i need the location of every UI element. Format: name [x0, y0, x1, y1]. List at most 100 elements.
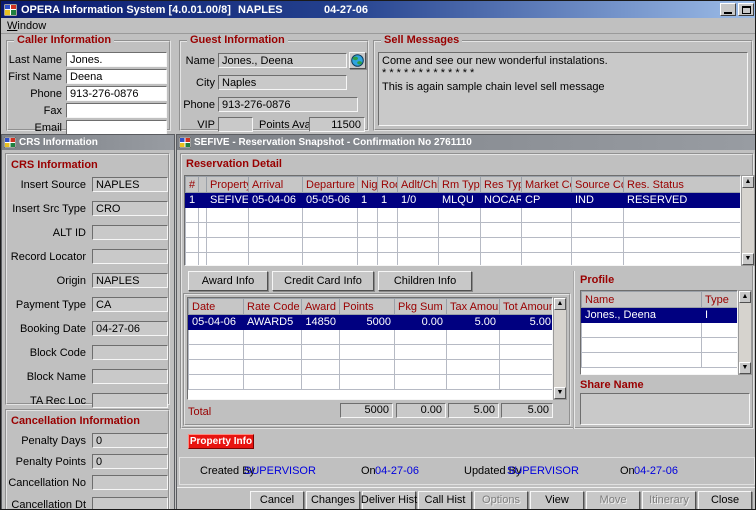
profile-table-header: Name Type	[582, 292, 739, 308]
reservation-table-scrollbar[interactable]: ▲ ▼	[741, 175, 755, 266]
profile-table: Name Type Jones., Deena I	[580, 290, 738, 375]
booking-date-field[interactable]	[92, 321, 168, 336]
updated-by-value: SUPERVISOR	[507, 465, 579, 477]
tab-children-info[interactable]: Children Info	[378, 271, 472, 291]
ta-rec-loc-field[interactable]	[92, 393, 168, 408]
points-avail-label: Points Avail	[259, 119, 316, 131]
penalty-days-field[interactable]	[92, 433, 168, 448]
crs-information-window: CRS Information CRS Information Insert S…	[1, 134, 175, 510]
property-info-button[interactable]: Property Info	[188, 434, 254, 449]
alt-id-label: ALT ID	[53, 227, 86, 239]
cancellation-section-title: Cancellation Information	[11, 415, 140, 427]
reservation-detail-table: # Property Arrival Departure Night Roon …	[184, 175, 741, 266]
last-name-field[interactable]	[66, 52, 167, 67]
cancellation-dt-field[interactable]	[92, 497, 168, 510]
scroll-down-icon[interactable]: ▼	[739, 362, 751, 374]
ta-rec-loc-label: TA Rec Loc	[30, 395, 86, 407]
scroll-down-icon[interactable]: ▼	[554, 387, 566, 399]
titlebar-property: NAPLES	[238, 4, 283, 16]
award-table: Date Rate Code Award No Points Pkg Sum T…	[187, 297, 553, 400]
insert-src-type-label: Insert Src Type	[12, 203, 86, 215]
guest-phone-field[interactable]	[218, 97, 358, 112]
globe-icon	[351, 54, 364, 67]
scroll-up-icon[interactable]: ▲	[554, 298, 566, 310]
block-name-field[interactable]	[92, 369, 168, 384]
bottom-button-bar: Cancel Changes Deliver Hist Call Hist Op…	[177, 487, 756, 510]
profile-row-selected[interactable]: Jones., Deena I	[582, 308, 739, 323]
payment-type-field[interactable]	[92, 297, 168, 312]
updated-on-value: 04-27-06	[634, 465, 678, 477]
sell-message-line-1: Come and see our new wonderful instalati…	[382, 55, 744, 67]
reservation-row-selected[interactable]: 1 SEFIVE 05-04-06 05-05-06 1 1 1/0 MLQU …	[186, 193, 742, 208]
guest-lookup-button[interactable]	[349, 52, 366, 69]
cancellation-no-field[interactable]	[92, 475, 168, 490]
origin-label: Origin	[57, 275, 86, 287]
close-button[interactable]: Close	[698, 491, 752, 510]
caller-information-title: Caller Information	[14, 34, 114, 46]
cancellation-group: Cancellation Information Penalty Days Pe…	[5, 409, 170, 510]
caller-phone-field[interactable]	[66, 86, 167, 101]
share-name-label: Share Name	[580, 379, 644, 391]
vip-field[interactable]	[218, 117, 253, 132]
maximize-button[interactable]	[738, 3, 754, 16]
menu-window[interactable]: Window	[1, 20, 52, 32]
app-icon	[4, 4, 17, 16]
cancellation-dt-label: Cancellation Dt	[11, 499, 86, 510]
total-tax-amount-field: 5.00	[448, 403, 499, 418]
empty-table-row[interactable]	[582, 338, 739, 353]
tab-credit-card-info[interactable]: Credit Card Info	[272, 271, 374, 291]
sell-messages-box: Come and see our new wonderful instalati…	[378, 52, 748, 126]
first-name-field[interactable]	[66, 69, 167, 84]
menubar: Window	[1, 18, 756, 34]
penalty-points-field[interactable]	[92, 454, 168, 469]
origin-field[interactable]	[92, 273, 168, 288]
caller-information-group: Caller Information Last Name First Name …	[6, 40, 171, 131]
empty-table-row[interactable]	[186, 238, 742, 253]
empty-table-row[interactable]	[186, 223, 742, 238]
block-code-label: Block Code	[30, 347, 86, 359]
alt-id-field[interactable]	[92, 225, 168, 240]
award-table-scrollbar[interactable]: ▲ ▼	[553, 297, 567, 400]
guest-city-field[interactable]	[218, 75, 347, 90]
view-button[interactable]: View	[530, 491, 584, 510]
scroll-down-icon[interactable]: ▼	[742, 253, 754, 265]
empty-table-row[interactable]	[189, 345, 554, 360]
award-row-selected[interactable]: 05-04-06 AWARD5 14850 5000 0.00 5.00 5.0…	[189, 315, 554, 330]
empty-table-row[interactable]	[582, 353, 739, 368]
guest-city-label: City	[196, 77, 215, 89]
insert-src-type-field[interactable]	[92, 201, 168, 216]
profile-title: Profile	[580, 274, 614, 286]
empty-table-row[interactable]	[189, 360, 554, 375]
guest-name-field[interactable]	[218, 53, 347, 68]
scroll-up-icon[interactable]: ▲	[742, 176, 754, 188]
points-avail-field[interactable]	[309, 117, 365, 132]
email-field[interactable]	[66, 120, 167, 135]
minimize-button[interactable]	[720, 3, 736, 16]
empty-table-row[interactable]	[186, 253, 742, 267]
profile-table-scrollbar[interactable]: ▲ ▼	[738, 290, 752, 375]
crs-section-title: CRS Information	[11, 159, 98, 171]
snapshot-window-titlebar[interactable]: SEFIVE - Reservation Snapshot - Confirma…	[177, 135, 756, 150]
audit-panel: Created By SUPERVISOR On 04-27-06 Update…	[179, 457, 755, 485]
fax-field[interactable]	[66, 103, 167, 118]
empty-table-row[interactable]	[582, 323, 739, 338]
empty-table-row[interactable]	[189, 330, 554, 345]
tab-award-info[interactable]: Award Info	[188, 271, 268, 291]
record-locator-field[interactable]	[92, 249, 168, 264]
first-name-label: First Name	[8, 71, 62, 83]
app-titlebar: OPERA Information System [4.0.01.00/8] N…	[1, 1, 756, 18]
penalty-points-label: Penalty Points	[16, 456, 86, 468]
crs-window-titlebar[interactable]: CRS Information	[2, 135, 174, 150]
info-tabs: Award Info Credit Card Info Children Inf…	[188, 271, 472, 291]
call-hist-button[interactable]: Call Hist	[418, 491, 472, 510]
scroll-up-icon[interactable]: ▲	[739, 291, 751, 303]
changes-button[interactable]: Changes	[306, 491, 360, 510]
cancel-button[interactable]: Cancel	[250, 491, 304, 510]
empty-table-row[interactable]	[189, 375, 554, 390]
insert-source-field[interactable]	[92, 177, 168, 192]
empty-table-row[interactable]	[186, 208, 742, 223]
deliver-hist-button[interactable]: Deliver Hist	[362, 491, 416, 510]
block-code-field[interactable]	[92, 345, 168, 360]
sell-message-line-3: This is again sample chain level sell me…	[382, 81, 744, 93]
fax-label: Fax	[44, 105, 62, 117]
